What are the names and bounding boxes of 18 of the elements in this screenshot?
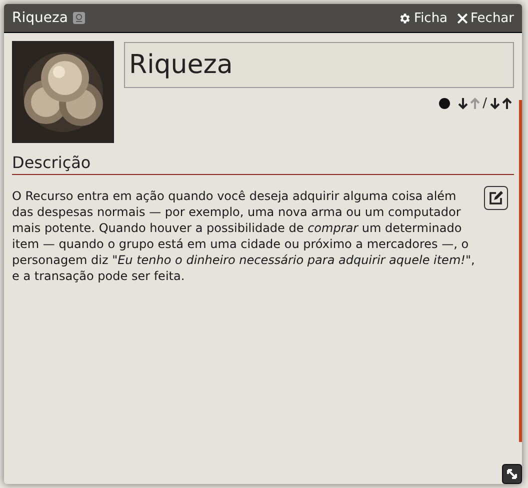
description-text: O Recurso entra em ação quando você deseja adquirir alguma coisa além das despesas normais — por exemplo, uma nova arma ou um computador mais potente. Quando houver a possibilidade de comprar um determinado item — quando o grupo está em uma cidade ou próximo a mercadores —, o personagem diz "Eu tenho o dinheiro necessário para adquirir aquele item!", e a transação pode ser feita. <box>12 188 476 284</box>
dot-icon[interactable] <box>438 98 450 109</box>
close-icon <box>456 12 468 24</box>
book-icon[interactable] <box>72 12 85 24</box>
arrow-up-icon[interactable] <box>502 97 512 110</box>
resize-button[interactable] <box>502 464 522 484</box>
arrow-down-icon[interactable] <box>490 97 500 110</box>
resize-icon <box>506 468 518 480</box>
name-field[interactable]: Riqueza <box>124 42 514 88</box>
close-button[interactable]: Fechar <box>454 10 516 26</box>
arrow-down-icon[interactable] <box>458 97 468 110</box>
edit-icon <box>488 190 504 206</box>
separator-text: / <box>482 96 487 111</box>
edit-button[interactable] <box>484 186 508 210</box>
section-heading: Descrição <box>12 153 514 175</box>
settings-icon <box>398 12 412 24</box>
sheet-button[interactable]: Ficha <box>396 10 450 26</box>
window-title: Riqueza <box>12 10 68 26</box>
